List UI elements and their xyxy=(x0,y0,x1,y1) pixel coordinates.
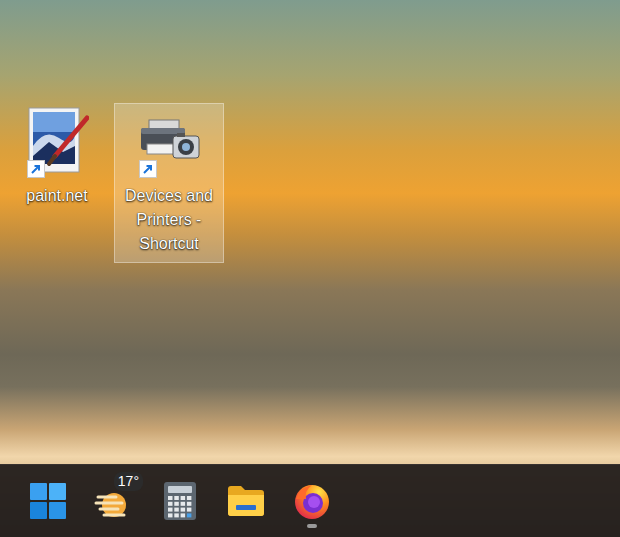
desktop-icon[interactable]: Devices and Printers - Shortcut xyxy=(114,103,224,263)
taskbar: 17° xyxy=(0,464,620,537)
start-button[interactable] xyxy=(17,470,79,532)
shortcut-arrow-icon xyxy=(139,160,157,178)
calculator-icon xyxy=(162,481,198,521)
desktop-icon-image xyxy=(25,106,89,178)
running-indicator xyxy=(307,524,317,528)
desktop-icon-image xyxy=(137,106,201,178)
windows-logo-icon xyxy=(29,482,67,520)
firefox-logo-icon xyxy=(292,481,332,521)
weather-button[interactable]: 17° xyxy=(83,470,145,532)
calculator-button[interactable] xyxy=(149,470,211,532)
explorer-button[interactable] xyxy=(215,470,277,532)
temperature-badge: 17° xyxy=(114,472,143,491)
desktop-screen: paint.net Devices and Printers - Shortcut… xyxy=(0,0,620,537)
shortcut-arrow-icon xyxy=(27,160,45,178)
desktop-icon[interactable]: paint.net xyxy=(2,103,112,215)
folder-icon xyxy=(226,483,266,519)
firefox-button[interactable] xyxy=(281,470,343,532)
desktop-icon-label: paint.net xyxy=(26,184,87,208)
desktop-icon-label: Devices and Printers - Shortcut xyxy=(119,184,219,256)
desktop[interactable]: paint.net Devices and Printers - Shortcut xyxy=(0,0,620,464)
